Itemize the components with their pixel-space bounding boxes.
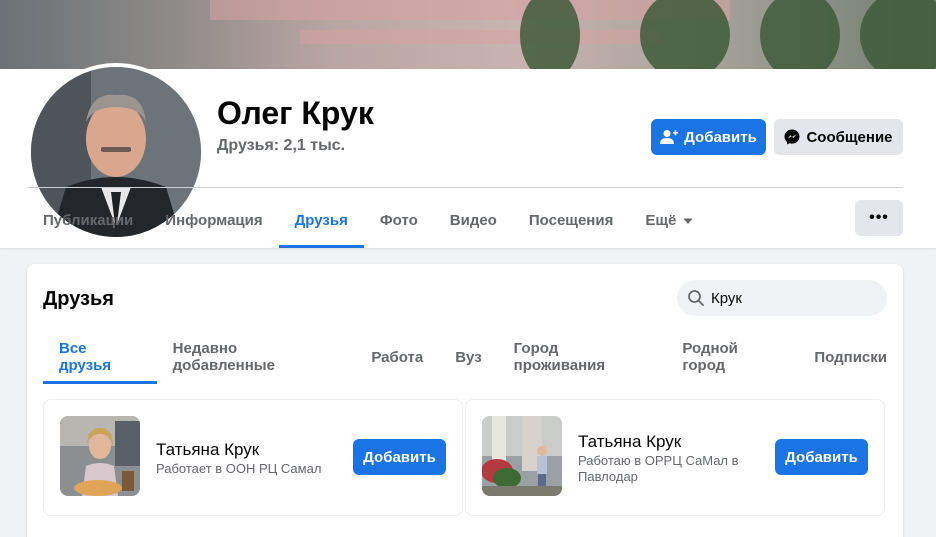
subtab-hometown[interactable]: Родной город	[666, 330, 798, 384]
subtab-all-friends[interactable]: Все друзья	[43, 330, 157, 384]
friend-photo-image	[60, 416, 140, 496]
tab-friends[interactable]: Друзья	[278, 193, 365, 248]
tab-more[interactable]: Ещё	[629, 193, 709, 248]
search-input[interactable]	[711, 289, 881, 307]
add-friend-label: Добавить	[684, 128, 757, 146]
tab-label: Видео	[449, 212, 497, 229]
tab-label: Друзья	[294, 212, 348, 229]
subtab-label: Все друзья	[59, 340, 112, 374]
caret-down-icon	[683, 218, 693, 224]
friend-photo[interactable]	[482, 416, 562, 496]
subtab-university[interactable]: Вуз	[439, 330, 497, 384]
tab-videos[interactable]: Видео	[434, 193, 513, 248]
cover-tree	[760, 0, 840, 69]
subtab-recently-added[interactable]: Недавно добавленные	[157, 330, 356, 384]
profile-header: Олег Крук Друзья: 2,1 тыс. Добавить Сооб…	[0, 63, 936, 248]
friend-photo-image	[482, 416, 562, 496]
add-friend-button[interactable]: Добавить	[651, 119, 766, 155]
cover-tree	[860, 0, 936, 69]
tab-label: Ещё	[645, 212, 677, 229]
tab-check-ins[interactable]: Посещения	[513, 193, 629, 248]
tab-label: Фото	[379, 212, 418, 229]
cover-pattern	[300, 30, 660, 44]
friend-item: Татьяна Крук Работаю в ОРРЦ СаМал в Павл…	[465, 399, 885, 516]
cover-tree	[520, 0, 580, 69]
cover-photo[interactable]	[0, 0, 936, 69]
tab-label: Публикации	[43, 212, 134, 229]
tab-photos[interactable]: Фото	[364, 193, 434, 248]
friend-name[interactable]: Татьяна Крук	[156, 440, 259, 460]
tab-label: Посещения	[528, 212, 614, 229]
subtab-work[interactable]: Работа	[355, 330, 439, 384]
tab-about[interactable]: Информация	[149, 193, 278, 248]
subtab-label: Подписки	[814, 348, 887, 366]
friends-card: Друзья Все друзья Недавно добавленные Ра…	[27, 264, 903, 537]
friend-item: Татьяна Крук Работает в ООН РЦ Самал Доб…	[43, 399, 463, 516]
subtab-following[interactable]: Подписки	[798, 330, 903, 384]
more-options-button[interactable]: •••	[855, 200, 903, 236]
header-divider	[27, 187, 903, 188]
subtab-label: Вуз	[455, 348, 482, 366]
subtab-label: Родной город	[682, 340, 738, 374]
add-friend-icon	[660, 130, 679, 144]
subtab-label: Город проживания	[513, 340, 606, 374]
cover-tree	[640, 0, 730, 69]
tab-label: Информация	[165, 212, 263, 229]
profile-tabs: Публикации Информация Друзья Фото Видео …	[27, 193, 709, 248]
profile-name: Олег Крук	[217, 95, 374, 131]
friends-count[interactable]: Друзья: 2,1 тыс.	[217, 137, 345, 155]
friend-work: Работает в ООН РЦ Самал	[156, 461, 322, 476]
message-button[interactable]: Сообщение	[774, 119, 903, 155]
add-friend-button[interactable]: Добавить	[353, 439, 446, 475]
search-icon	[688, 290, 704, 306]
friend-name[interactable]: Татьяна Крук	[578, 432, 681, 452]
message-label: Сообщение	[806, 128, 893, 146]
subtab-label: Работа	[371, 348, 424, 366]
tab-posts[interactable]: Публикации	[27, 193, 149, 248]
subtab-label: Недавно добавленные	[172, 340, 275, 374]
add-friend-button[interactable]: Добавить	[775, 439, 868, 475]
friend-photo[interactable]	[60, 416, 140, 496]
friends-subtabs: Все друзья Недавно добавленные Работа Ву…	[43, 330, 903, 384]
friends-title: Друзья	[43, 288, 114, 310]
messenger-icon	[784, 129, 800, 145]
friends-search[interactable]	[677, 280, 887, 316]
subtab-current-city[interactable]: Город проживания	[498, 330, 667, 384]
friend-work: Работаю в ОРРЦ СаМал в Павлодар	[578, 453, 739, 484]
